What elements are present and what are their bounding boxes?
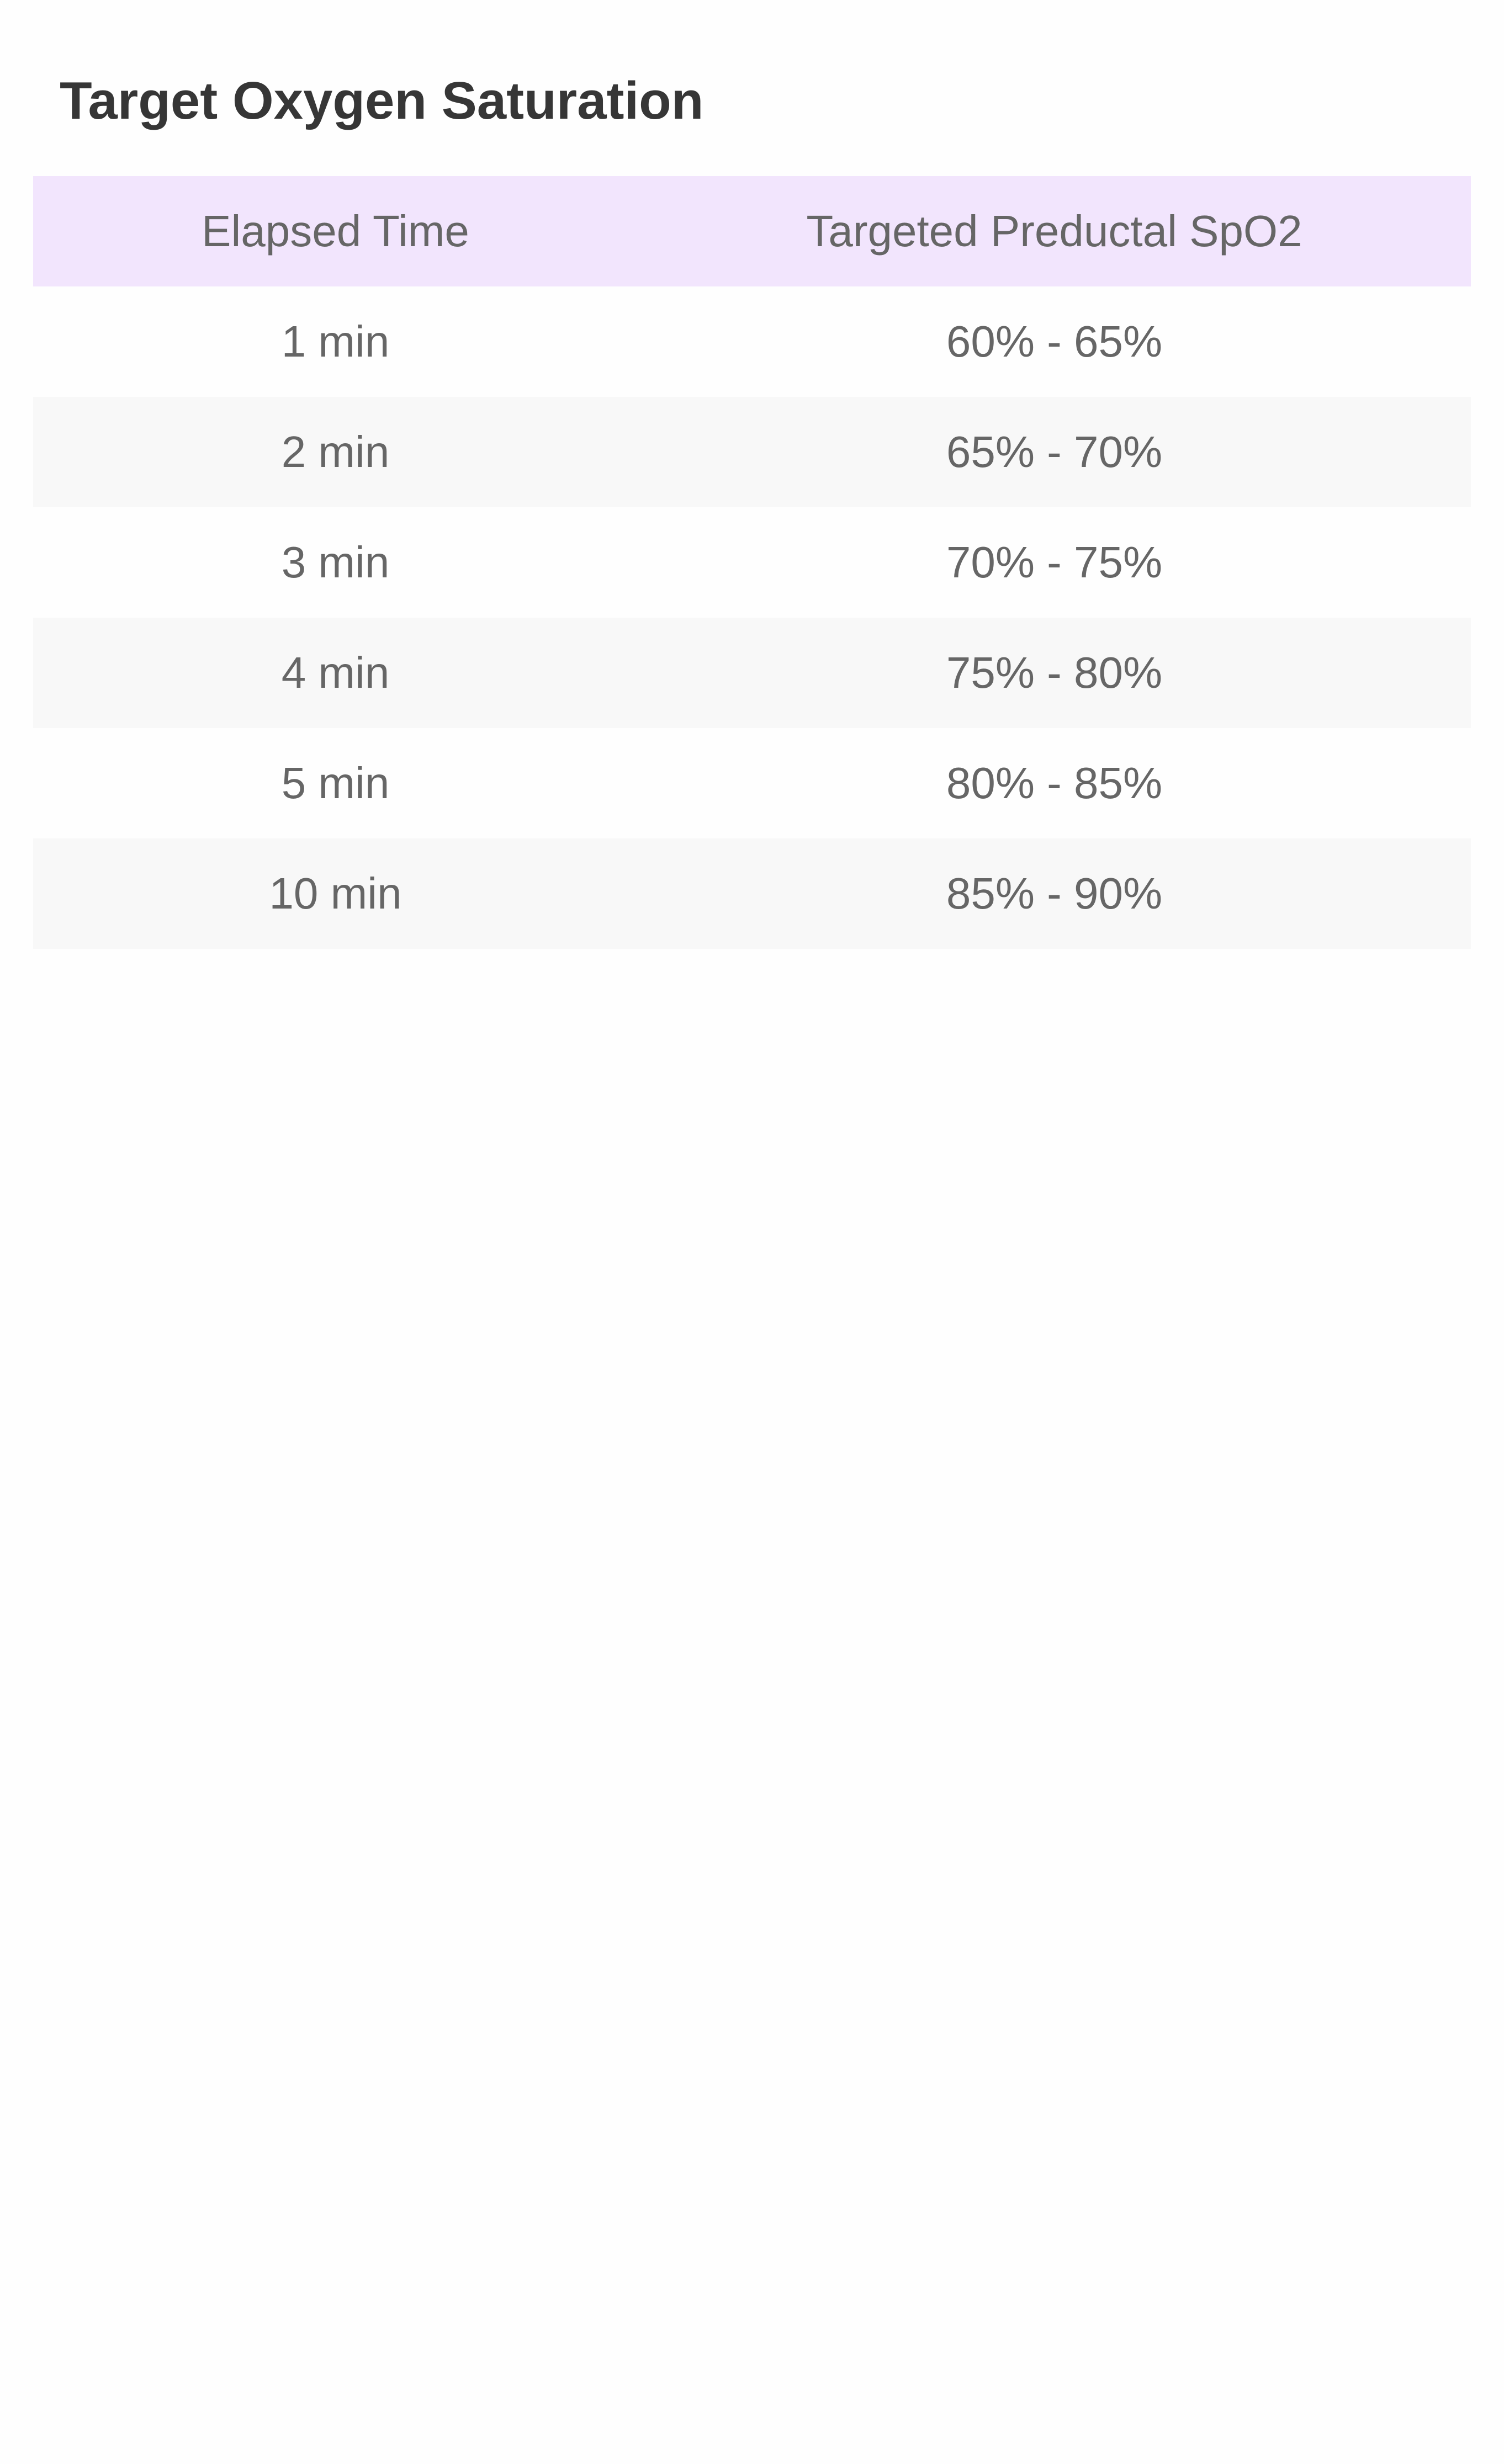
table-row: 10 min 85% - 90% xyxy=(33,838,1471,949)
table-row: 5 min 80% - 85% xyxy=(33,728,1471,838)
spo2-range-cell: 85% - 90% xyxy=(946,869,1163,918)
spo2-range-cell: 70% - 75% xyxy=(946,538,1163,587)
elapsed-time-cell: 3 min xyxy=(281,538,390,587)
spo2-range-cell: 65% - 70% xyxy=(946,427,1163,476)
column-header-elapsed-time: Elapsed Time xyxy=(202,206,469,256)
elapsed-time-cell: 10 min xyxy=(269,869,402,918)
table-row: 4 min 75% - 80% xyxy=(33,618,1471,728)
table-row: 3 min 70% - 75% xyxy=(33,507,1471,618)
page: Target Oxygen Saturation Elapsed Time Ta… xyxy=(0,0,1504,2464)
elapsed-time-cell: 5 min xyxy=(281,758,390,808)
spo2-range-cell: 75% - 80% xyxy=(946,648,1163,697)
spo2-range-cell: 60% - 65% xyxy=(946,317,1163,366)
elapsed-time-cell: 1 min xyxy=(281,317,390,366)
elapsed-time-cell: 4 min xyxy=(281,648,390,697)
page-title: Target Oxygen Saturation xyxy=(60,71,704,130)
saturation-table: Elapsed Time Targeted Preductal SpO2 1 m… xyxy=(33,176,1471,949)
table-row: 2 min 65% - 70% xyxy=(33,397,1471,507)
table-header-row: Elapsed Time Targeted Preductal SpO2 xyxy=(33,176,1471,286)
elapsed-time-cell: 2 min xyxy=(281,427,390,476)
table-row: 1 min 60% - 65% xyxy=(33,286,1471,397)
spo2-range-cell: 80% - 85% xyxy=(946,758,1163,808)
column-header-targeted-spo2: Targeted Preductal SpO2 xyxy=(806,206,1302,256)
